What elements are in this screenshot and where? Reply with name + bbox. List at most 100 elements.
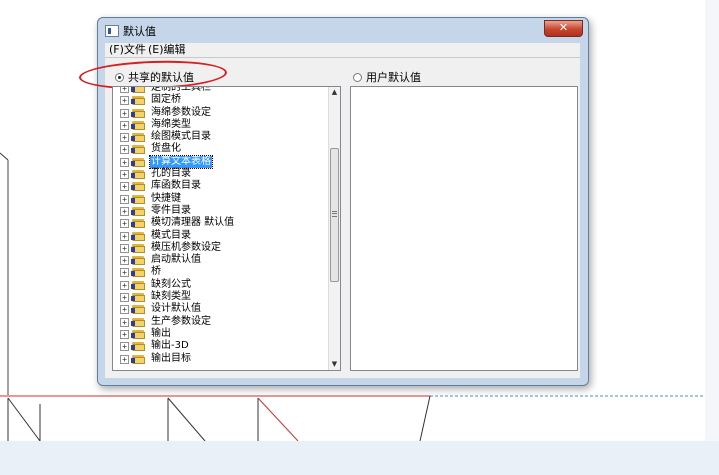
expand-icon[interactable]: + — [120, 256, 129, 266]
cad-line — [7, 397, 41, 441]
background-bottom-strip — [0, 441, 719, 475]
folder-icon — [131, 341, 145, 352]
shared-defaults-tree: + 定制的工具栏 + 固定桥 + 海绵参数设定 + 海绵类型 + 绘图模式目录 + 货盘化 … — [112, 86, 341, 371]
tree-item[interactable]: + 模压机参数设定 — [113, 242, 328, 254]
expand-icon[interactable]: + — [120, 87, 129, 93]
scroll-up-arrow-icon[interactable]: ▲ — [330, 87, 339, 98]
folder-icon — [131, 132, 145, 143]
tree-item[interactable]: + 启动默认值 — [113, 254, 328, 266]
tree-item[interactable]: + 输出目标 — [113, 353, 328, 365]
expand-icon[interactable]: + — [120, 342, 129, 352]
expand-icon[interactable]: + — [120, 329, 129, 339]
tree-item-label: 启动默认值 — [151, 254, 201, 266]
tree-item[interactable]: + 零件目录 — [113, 205, 328, 217]
tree-item[interactable]: + 缺刻类型 — [113, 291, 328, 303]
menu-file[interactable]: (F)文件 — [107, 43, 148, 57]
expand-icon[interactable]: + — [120, 305, 129, 315]
expand-icon[interactable]: + — [120, 293, 129, 303]
tree-item[interactable]: + 固定桥 — [113, 94, 328, 106]
cad-line — [419, 395, 431, 441]
folder-icon — [131, 157, 145, 167]
expand-icon[interactable]: + — [120, 96, 129, 106]
user-defaults-radio[interactable] — [353, 72, 362, 82]
scroll-thumb[interactable] — [330, 148, 339, 282]
expand-icon[interactable]: + — [120, 157, 129, 167]
defaults-dialog: 默认值 ✕ (F)文件 (E)编辑 共享的默认值 用户默认值 + 定制的工具栏 +… — [78, 17, 589, 386]
tree-item-label: 输出-3D — [151, 340, 189, 352]
tree-item-label: 输出 — [151, 327, 171, 339]
user-defaults-option[interactable]: 用户默认值 — [353, 69, 421, 85]
folder-icon — [131, 144, 145, 155]
folder-icon — [131, 181, 145, 192]
expand-icon[interactable]: + — [120, 145, 129, 155]
tree-item-label: 输出目标 — [151, 352, 191, 364]
expand-icon[interactable]: + — [120, 317, 129, 327]
shared-defaults-radio[interactable] — [115, 72, 124, 82]
folder-icon — [131, 267, 145, 278]
tree-item-label: 快捷键 — [151, 192, 181, 204]
dialog-titlebar[interactable]: 默认值 ✕ — [98, 18, 588, 42]
tree-item-label: 缺刻公式 — [151, 278, 191, 290]
expand-icon[interactable]: + — [120, 231, 129, 241]
expand-icon[interactable]: + — [120, 268, 129, 278]
tree-item[interactable]: + 输出-3D — [113, 340, 328, 352]
expand-icon[interactable]: + — [120, 182, 129, 192]
tree-item[interactable]: + 模式目录 — [113, 230, 328, 242]
tree-item[interactable]: + 快捷键 — [113, 193, 328, 205]
cad-line — [167, 397, 206, 441]
folder-icon — [131, 169, 145, 180]
tree-item[interactable]: + 缺刻公式 — [113, 279, 328, 291]
tree-item-label: 计算文本表格 — [149, 154, 213, 169]
tree-item[interactable]: + 模切清理器 默认值 — [113, 217, 328, 229]
tree-item-label: 缺刻类型 — [151, 291, 191, 303]
tree-item[interactable]: + 定制的工具栏 — [113, 86, 328, 94]
expand-icon[interactable]: + — [120, 170, 129, 180]
folder-icon — [131, 317, 145, 327]
tree-item-label: 模压机参数设定 — [151, 241, 221, 253]
scroll-down-arrow-icon[interactable]: ▼ — [330, 359, 339, 370]
expand-icon[interactable]: + — [120, 133, 129, 143]
tree-item[interactable]: + 库函数目录 — [113, 180, 328, 192]
grip-icon — [332, 211, 337, 217]
tree-item-label: 桥 — [151, 266, 161, 278]
dialog-title: 默认值 — [123, 25, 156, 38]
shared-defaults-option[interactable]: 共享的默认值 — [115, 69, 194, 85]
expand-icon[interactable]: + — [120, 280, 129, 290]
tree-item-label: 绘图模式目录 — [151, 131, 211, 143]
folder-icon — [131, 304, 145, 315]
tree-item[interactable]: + 设计默认值 — [113, 303, 328, 315]
menu-edit[interactable]: (E)编辑 — [146, 43, 188, 57]
folder-icon — [131, 243, 145, 253]
tree-item[interactable]: + 输出 — [113, 328, 328, 340]
window-app-icon — [105, 25, 119, 37]
tree-item[interactable]: + 孔的目录 — [113, 168, 328, 180]
expand-icon[interactable]: + — [120, 219, 129, 229]
expand-icon[interactable]: + — [120, 120, 129, 130]
tree-item-label: 零件目录 — [151, 204, 191, 216]
tree-item-selected[interactable]: + 计算文本表格 — [113, 154, 328, 169]
tree-item[interactable]: + 桥 — [113, 266, 328, 278]
user-defaults-panel[interactable] — [350, 86, 578, 371]
folder-icon — [131, 108, 145, 118]
tree-item-label: 模切清理器 默认值 — [151, 217, 235, 229]
tree-item[interactable]: + 绘图模式目录 — [113, 131, 328, 143]
folder-icon — [131, 87, 145, 93]
tree-item[interactable]: + 海绵参数设定 — [113, 107, 328, 119]
tree-item[interactable]: + 海绵类型 — [113, 119, 328, 131]
tree-item[interactable]: + 货盘化 — [113, 143, 328, 155]
tree-item-label: 模式目录 — [151, 229, 191, 241]
expand-icon[interactable]: + — [120, 108, 129, 118]
folder-icon — [131, 95, 145, 106]
folder-icon — [131, 206, 145, 216]
expand-icon[interactable]: + — [120, 194, 129, 204]
tree-item-label: 海绵参数设定 — [151, 106, 211, 118]
tree-item-label: 定制的工具栏 — [151, 86, 211, 93]
expand-icon[interactable]: + — [120, 206, 129, 216]
tree-scrollbar[interactable]: ▲ ▼ — [328, 87, 340, 370]
folder-icon — [131, 292, 145, 303]
expand-icon[interactable]: + — [120, 243, 129, 253]
tree-item-label: 固定桥 — [151, 94, 181, 106]
tree-item[interactable]: + 生产参数设定 — [113, 316, 328, 328]
close-button[interactable]: ✕ — [544, 20, 583, 37]
expand-icon[interactable]: + — [120, 354, 129, 364]
